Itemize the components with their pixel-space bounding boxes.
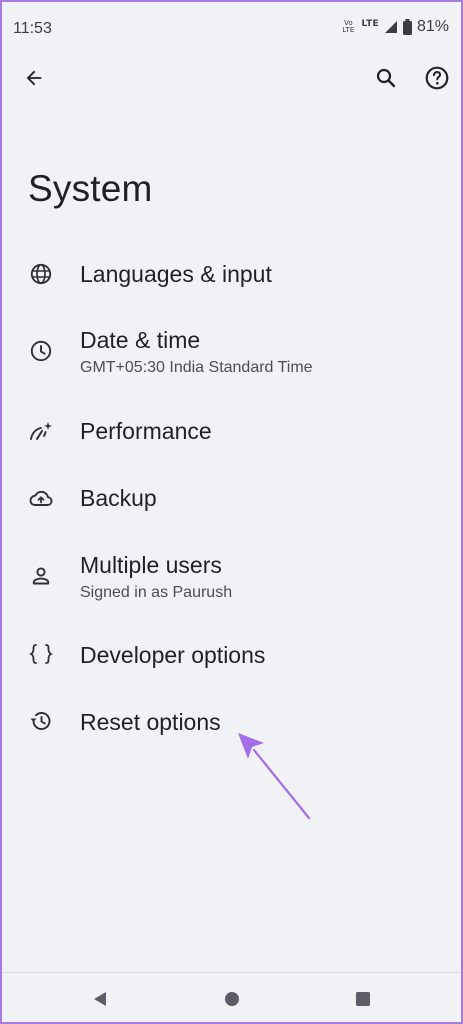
clock-icon xyxy=(28,338,54,364)
settings-item-performance[interactable]: Performance xyxy=(2,407,461,457)
page-title: System xyxy=(28,168,153,209)
help-button[interactable] xyxy=(421,62,453,94)
braces-icon xyxy=(28,641,54,667)
settings-item-multiple-users[interactable]: Multiple users Signed in as Paurush xyxy=(2,545,461,609)
settings-item-title: Developer options xyxy=(80,642,266,668)
history-icon xyxy=(28,708,54,734)
battery-icon xyxy=(402,19,412,35)
square-recents-icon xyxy=(356,992,370,1006)
settings-item-title: Reset options xyxy=(80,709,221,735)
settings-item-title: Languages & input xyxy=(80,261,272,287)
status-time: 11:53 xyxy=(13,20,52,37)
circle-home-icon xyxy=(225,992,239,1006)
settings-item-title: Multiple users xyxy=(80,552,222,578)
signal-icon xyxy=(384,21,397,33)
battery-percent: 81% xyxy=(416,18,449,35)
settings-item-subtitle: Signed in as Paurush xyxy=(80,584,233,601)
settings-item-date-time[interactable]: Date & time GMT+05:30 India Standard Tim… xyxy=(2,320,461,384)
nav-home-button[interactable] xyxy=(220,987,244,1011)
arrow-back-icon xyxy=(26,70,42,86)
settings-item-subtitle: GMT+05:30 India Standard Time xyxy=(80,359,313,376)
nav-recents-button[interactable] xyxy=(351,987,375,1011)
back-button[interactable] xyxy=(18,62,50,94)
top-app-bar xyxy=(2,58,461,102)
status-bar: 11:53 Vo LTE LTE 81% xyxy=(2,2,461,58)
status-icons: Vo LTE LTE 81% xyxy=(342,18,449,36)
globe-icon xyxy=(28,261,54,287)
performance-icon xyxy=(28,419,54,445)
settings-item-reset-options[interactable]: Reset options xyxy=(2,698,461,748)
help-icon xyxy=(425,66,449,90)
volte-bottom-label: LTE xyxy=(342,26,355,34)
settings-item-title: Backup xyxy=(80,485,157,511)
settings-item-backup[interactable]: Backup xyxy=(2,474,461,524)
triangle-back-icon xyxy=(94,992,106,1006)
settings-item-developer-options[interactable]: Developer options xyxy=(2,631,461,681)
search-button[interactable] xyxy=(370,62,402,94)
search-icon xyxy=(376,68,396,88)
system-settings-screen: 11:53 Vo LTE LTE 81% System Languages & … xyxy=(0,0,463,1024)
network-type-label: LTE xyxy=(361,19,379,29)
cloud-upload-icon xyxy=(28,485,54,511)
settings-item-title: Performance xyxy=(80,418,212,444)
settings-item-languages[interactable]: Languages & input xyxy=(2,250,461,300)
system-nav-bar xyxy=(2,972,461,1022)
nav-back-button[interactable] xyxy=(88,987,112,1011)
person-icon xyxy=(28,563,54,589)
volte-indicator: Vo LTE xyxy=(342,20,354,34)
settings-item-title: Date & time xyxy=(80,327,201,353)
